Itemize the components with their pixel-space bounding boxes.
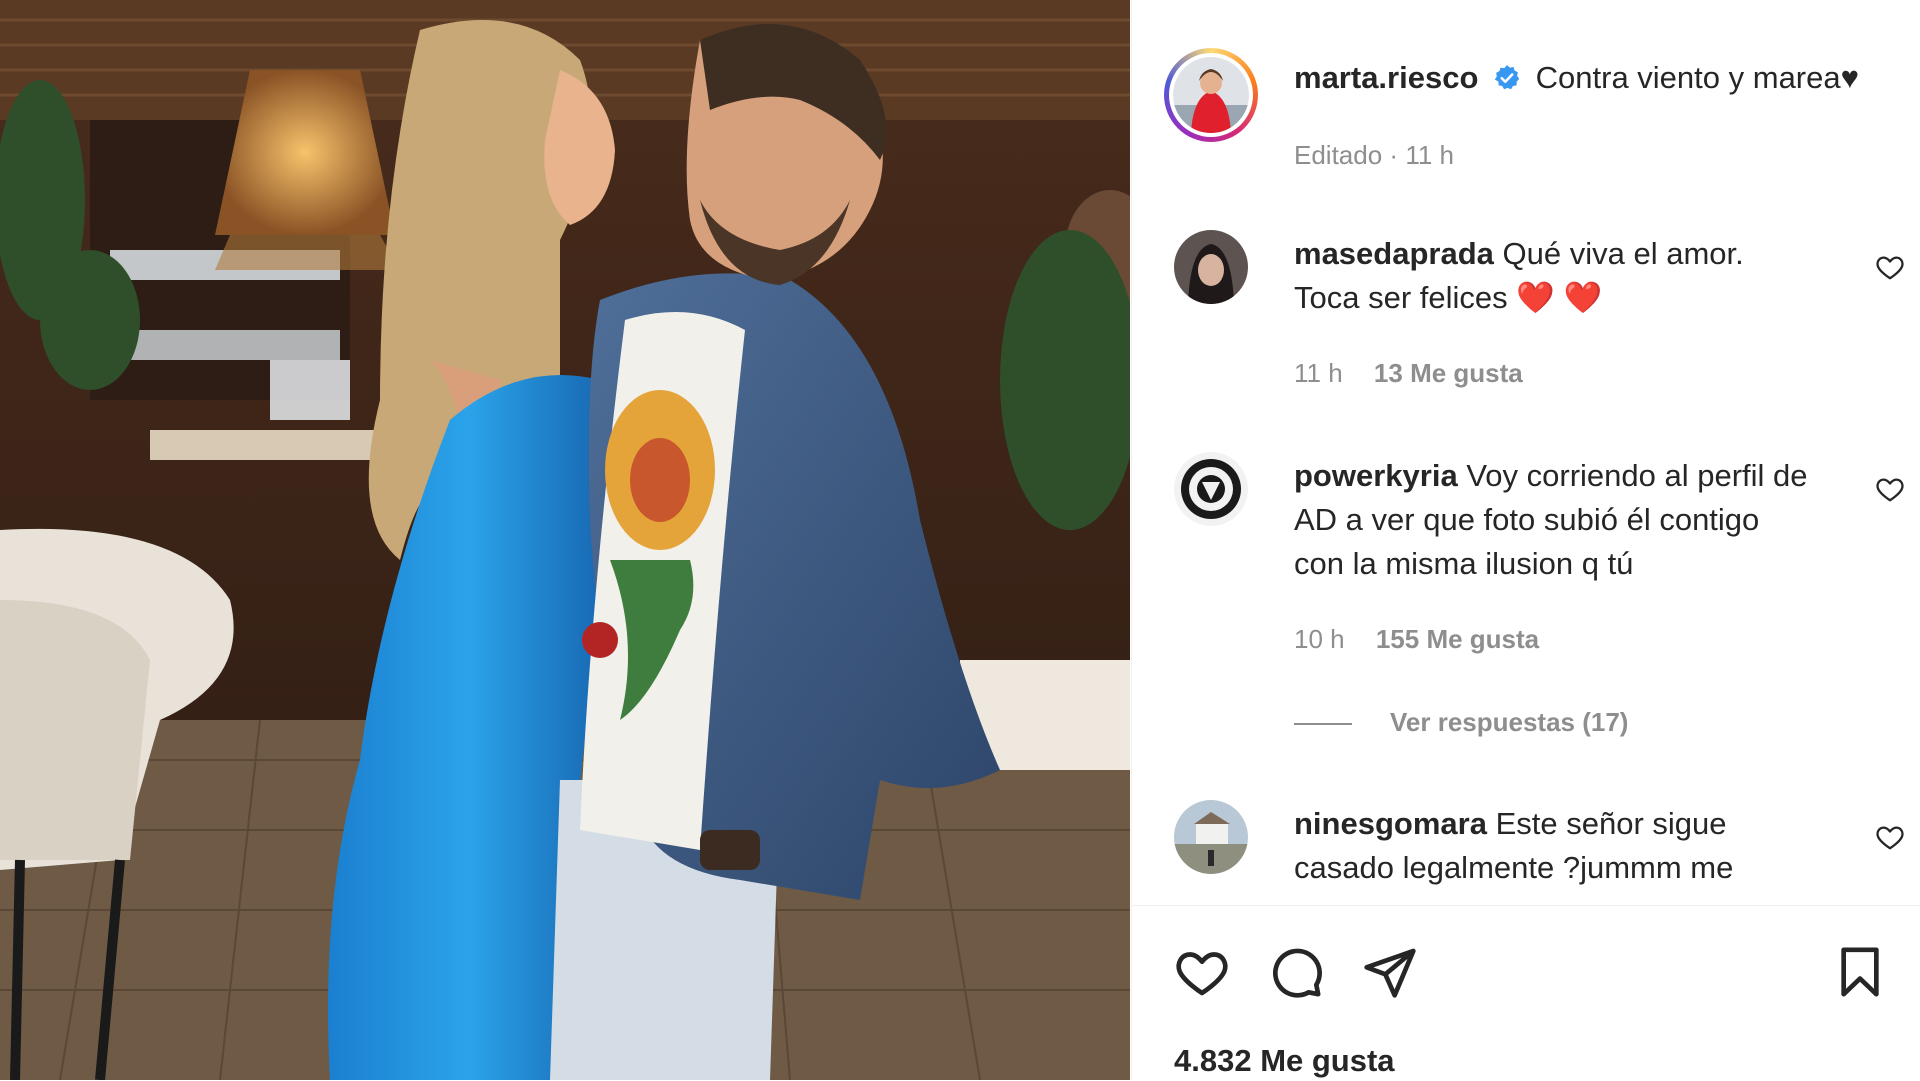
commenter-username[interactable]: masedaprada bbox=[1294, 236, 1494, 271]
post-meta: Editado · 11 h bbox=[1294, 140, 1454, 171]
share-icon[interactable] bbox=[1362, 944, 1418, 1000]
post-photo[interactable] bbox=[0, 0, 1130, 1080]
comment: ninesgomara Este señor sigue casado lega… bbox=[1132, 800, 1920, 902]
commenter-avatar[interactable] bbox=[1174, 800, 1248, 874]
commenter-avatar[interactable] bbox=[1174, 452, 1248, 526]
edited-label: Editado bbox=[1294, 140, 1383, 170]
post-likes-count[interactable]: 4.832 Me gusta bbox=[1174, 1043, 1395, 1079]
view-replies-button[interactable]: Ver respuestas (17) bbox=[1294, 707, 1628, 738]
comment-icon[interactable] bbox=[1268, 944, 1324, 1000]
comment-time[interactable]: 10 h bbox=[1294, 624, 1345, 654]
heart-emoji: ❤️ ❤️ bbox=[1516, 280, 1603, 315]
comment-body: masedaprada Qué viva el amor. Toca ser f… bbox=[1294, 232, 1814, 320]
commenter-username[interactable]: powerkyria bbox=[1294, 458, 1458, 493]
post-action-bar: 4.832 Me gusta bbox=[1132, 905, 1920, 1081]
replies-divider bbox=[1294, 723, 1352, 726]
heart-icon[interactable] bbox=[1174, 944, 1230, 1000]
heart-icon[interactable] bbox=[1875, 252, 1905, 282]
heart-icon[interactable] bbox=[1875, 822, 1905, 852]
comment-body: powerkyria Voy corriendo al perfil de AD… bbox=[1294, 454, 1814, 586]
author-username[interactable]: marta.riesco bbox=[1294, 60, 1478, 95]
post-caption: marta.riesco Contra viento y marea♥ bbox=[1294, 60, 1859, 96]
post-image bbox=[0, 0, 1130, 1080]
post-sidebar: marta.riesco Contra viento y marea♥ Edit… bbox=[1131, 0, 1920, 1081]
verified-badge-icon bbox=[1493, 64, 1521, 92]
caption-text: Contra viento y marea♥ bbox=[1535, 60, 1860, 95]
view-replies-label: Ver respuestas (17) bbox=[1390, 707, 1629, 737]
post-time[interactable]: 11 h bbox=[1405, 140, 1454, 170]
comment-time[interactable]: 11 h bbox=[1294, 358, 1343, 388]
comment-footer: 11 h 13 Me gusta bbox=[1294, 358, 1523, 389]
commenter-avatar[interactable] bbox=[1174, 230, 1248, 304]
commenter-username[interactable]: ninesgomara bbox=[1294, 806, 1487, 841]
comment-likes[interactable]: 13 Me gusta bbox=[1374, 358, 1523, 388]
author-avatar[interactable] bbox=[1164, 48, 1258, 142]
heart-icon[interactable] bbox=[1875, 474, 1905, 504]
instagram-post-view: marta.riesco Contra viento y marea♥ Edit… bbox=[0, 0, 1920, 1081]
comment-body: ninesgomara Este señor sigue casado lega… bbox=[1294, 802, 1814, 890]
meta-separator: · bbox=[1389, 140, 1406, 170]
bookmark-icon[interactable] bbox=[1832, 944, 1888, 1000]
comment-footer: 10 h 155 Me gusta bbox=[1294, 624, 1539, 655]
comment-likes[interactable]: 155 Me gusta bbox=[1376, 624, 1539, 654]
